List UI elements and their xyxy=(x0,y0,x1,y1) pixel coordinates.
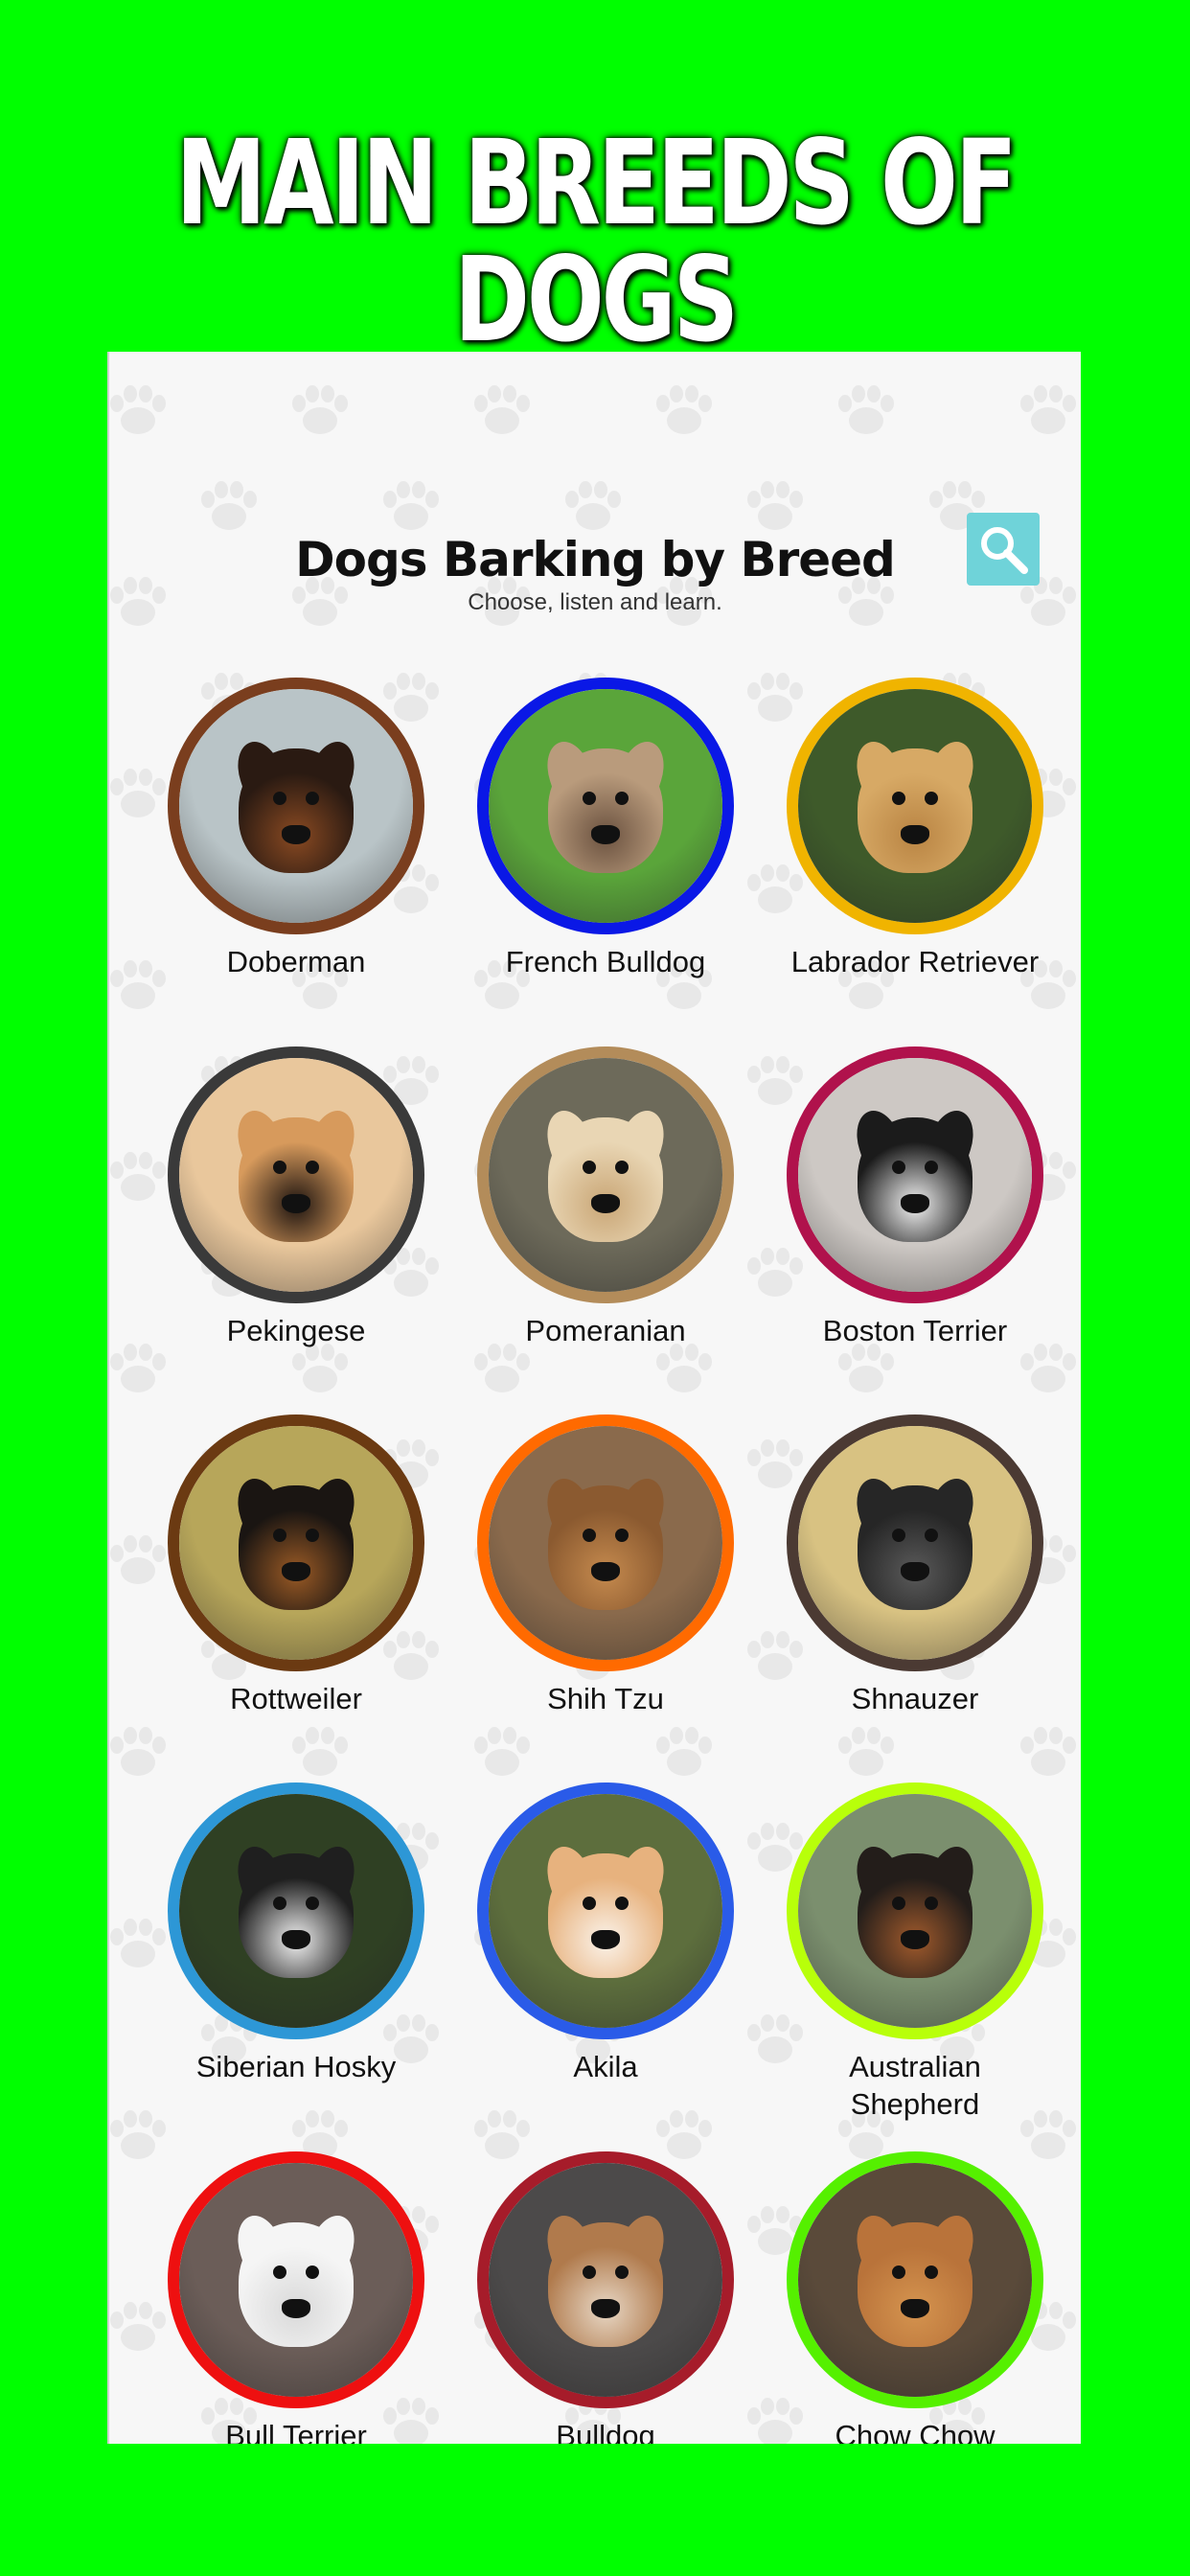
breed-item[interactable]: Doberman xyxy=(138,678,454,981)
breed-item[interactable]: Bull Terrier xyxy=(138,2151,454,2444)
breed-item[interactable]: Bulldog xyxy=(447,2151,764,2444)
breed-item[interactable]: Chow Chow xyxy=(757,2151,1073,2444)
breed-photo xyxy=(477,1782,734,2039)
breed-item[interactable]: Shnauzer xyxy=(757,1414,1073,1718)
breed-photo xyxy=(168,2151,424,2408)
breed-photo xyxy=(787,678,1043,934)
breed-photo xyxy=(168,1414,424,1671)
breed-photo xyxy=(168,1782,424,2039)
breed-label: Australian Shepherd xyxy=(849,2050,981,2121)
breed-item[interactable]: Pomeranian xyxy=(447,1046,764,1350)
breed-label: Shih Tzu xyxy=(547,1682,664,1715)
breed-photo xyxy=(168,1046,424,1303)
breed-item[interactable]: Rottweiler xyxy=(138,1414,454,1718)
breed-photo xyxy=(477,1414,734,1671)
breed-photo xyxy=(477,678,734,934)
breed-photo xyxy=(787,1046,1043,1303)
breed-item[interactable]: Boston Terrier xyxy=(757,1046,1073,1350)
breed-label: Pekingese xyxy=(226,1314,366,1347)
breed-label: Chow Chow xyxy=(835,2419,995,2444)
breed-item[interactable]: Akila xyxy=(447,1782,764,2086)
promo-title: MAIN BREEDS OF DOGS xyxy=(175,115,1017,368)
breed-label: Shnauzer xyxy=(851,1682,979,1715)
breed-label: Akila xyxy=(573,2050,638,2083)
breed-label: Siberian Hosky xyxy=(195,2050,397,2083)
breed-label: French Bulldog xyxy=(505,945,706,978)
breed-label: Doberman xyxy=(226,945,366,978)
breed-item[interactable]: French Bulldog xyxy=(447,678,764,981)
breed-label: Labrador Retriever xyxy=(790,945,1040,978)
breed-item[interactable]: Siberian Hosky xyxy=(138,1782,454,2086)
breed-photo xyxy=(787,1414,1043,1671)
breed-photo xyxy=(477,2151,734,2408)
breed-item[interactable]: Pekingese xyxy=(138,1046,454,1350)
breed-item[interactable]: Australian Shepherd xyxy=(757,1782,1073,2124)
breed-label: Rottweiler xyxy=(230,1682,362,1715)
breed-item[interactable]: Shih Tzu xyxy=(447,1414,764,1718)
breed-label: Pomeranian xyxy=(525,1314,686,1347)
breed-label: Bulldog xyxy=(556,2419,655,2444)
breed-photo xyxy=(168,678,424,934)
breed-photo xyxy=(477,1046,734,1303)
breed-photo xyxy=(787,1782,1043,2039)
app-screen: Dogs Barking by Breed Choose, listen and… xyxy=(107,352,1081,2444)
breed-label: Boston Terrier xyxy=(822,1314,1008,1347)
breed-grid: Doberman French Bulldog Labrador Retriever… xyxy=(109,352,1081,2444)
breed-photo xyxy=(787,2151,1043,2408)
breed-label: Bull Terrier xyxy=(225,2419,367,2444)
breed-item[interactable]: Labrador Retriever xyxy=(757,678,1073,981)
